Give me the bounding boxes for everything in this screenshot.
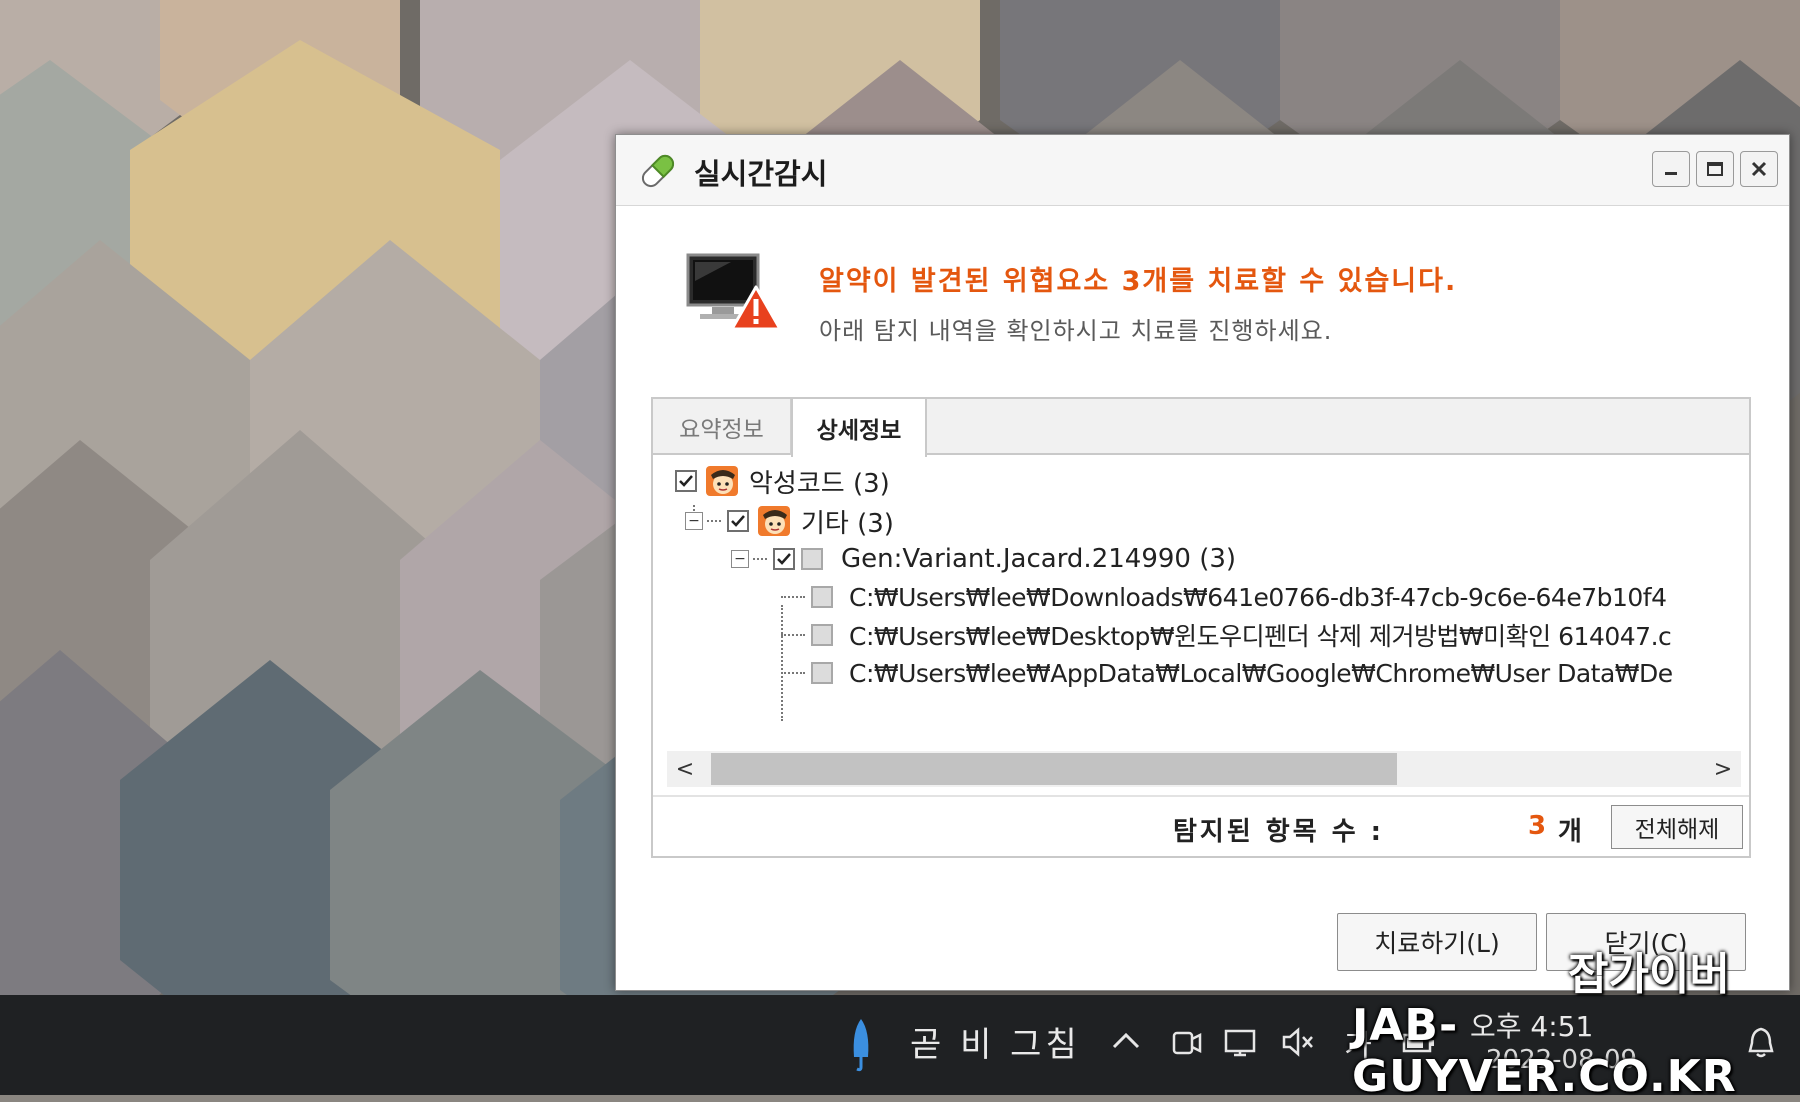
detection-tree: 악성코드 (3) − 기타 (3) − Gen:Variant.Jacard.2…: [653, 455, 1749, 755]
maximize-icon: [1707, 162, 1723, 176]
realtime-monitor-dialog: 실시간감시 알약이 발견된 위협요소 3개를 치료할 수 있습니다. 아래 탐지…: [615, 134, 1790, 991]
detected-count-label: 탐지된 항목 수 :: [1173, 817, 1385, 847]
virus-icon: [758, 506, 790, 536]
tab-strip: 요약정보 상세정보: [653, 399, 1749, 457]
collapse-toggle[interactable]: −: [731, 550, 749, 568]
treat-button[interactable]: 치료하기(L): [1337, 913, 1537, 971]
tree-file-row[interactable]: C:₩Users₩lee₩Desktop₩윈도우디펜더 삭제 제거방법₩미확인 …: [781, 619, 1672, 651]
minimize-icon: [1665, 172, 1677, 175]
tree-node-other[interactable]: − 기타 (3): [685, 505, 894, 539]
variant-checkbox[interactable]: [773, 548, 795, 570]
umbrella-icon[interactable]: [848, 1017, 874, 1073]
tree-node-variant[interactable]: − Gen:Variant.Jacard.214990 (3): [731, 543, 1236, 575]
variant-status-box: [801, 548, 823, 570]
file-checkbox[interactable]: [811, 586, 833, 608]
monitor-warning-icon: [686, 253, 782, 331]
scroll-left-arrow[interactable]: <: [667, 751, 703, 787]
title-bar[interactable]: 실시간감시: [616, 135, 1789, 206]
detected-count-unit: 개: [1558, 817, 1582, 847]
check-icon: [731, 515, 745, 527]
meet-now-icon[interactable]: [1168, 1021, 1204, 1063]
close-icon: [1751, 161, 1767, 177]
tree-connector: [707, 520, 721, 522]
tree-file-row[interactable]: C:₩Users₩lee₩AppData₩Local₩Google₩Chrome…: [781, 657, 1673, 689]
threat-headline: 알약이 발견된 위협요소 3개를 치료할 수 있습니다.: [819, 266, 1458, 297]
tree-connector: [781, 672, 805, 674]
chevron-up-icon[interactable]: [1108, 1021, 1144, 1063]
detection-count-bar: 탐지된 항목 수 : 3 개 전체해제: [653, 795, 1749, 858]
watermark-url: JAB-GUYVER.CO.KR: [1352, 1000, 1737, 1102]
virus-icon: [706, 466, 738, 496]
weather-text[interactable]: 곧 비 그침: [910, 1017, 1081, 1066]
minimize-button[interactable]: [1652, 151, 1690, 187]
other-label: 기타 (3): [801, 508, 894, 539]
other-checkbox[interactable]: [727, 510, 749, 532]
watermark-text: 잡가이버: [1568, 949, 1730, 1000]
check-icon: [679, 475, 693, 487]
file-path: C:₩Users₩lee₩Downloads₩641e0766-db3f-47c…: [849, 582, 1667, 612]
window-title: 실시간감시: [694, 157, 828, 191]
scroll-right-arrow[interactable]: >: [1705, 751, 1741, 787]
tab-summary[interactable]: 요약정보: [653, 399, 791, 455]
deselect-all-button[interactable]: 전체해제: [1611, 805, 1743, 849]
file-path: C:₩Users₩lee₩Desktop₩윈도우디펜더 삭제 제거방법₩미확인 …: [849, 622, 1672, 651]
maximize-button[interactable]: [1696, 151, 1734, 187]
file-path: C:₩Users₩lee₩AppData₩Local₩Google₩Chrome…: [849, 658, 1673, 688]
file-checkbox[interactable]: [811, 662, 833, 684]
horizontal-scrollbar[interactable]: < >: [667, 751, 1741, 787]
collapse-toggle[interactable]: −: [685, 512, 703, 530]
detected-count-value: 3: [1528, 811, 1547, 841]
pill-icon: [641, 154, 675, 188]
scroll-thumb[interactable]: [711, 753, 1397, 785]
tab-detail[interactable]: 상세정보: [791, 399, 927, 457]
close-window-button[interactable]: [1740, 151, 1778, 187]
volume-muted-icon[interactable]: [1280, 1021, 1316, 1063]
malware-label: 악성코드 (3): [749, 468, 890, 499]
tree-connector: [781, 596, 805, 598]
tree-connector: [781, 634, 805, 636]
threat-subline: 아래 탐지 내역을 확인하시고 치료를 진행하세요.: [819, 317, 1333, 345]
detection-panel: 요약정보 상세정보 악성코드 (3) − 기타 (3) − Gen:Varian…: [651, 397, 1751, 858]
file-checkbox[interactable]: [811, 624, 833, 646]
network-icon[interactable]: [1222, 1021, 1258, 1063]
tree-node-malware[interactable]: 악성코드 (3): [675, 465, 890, 499]
check-icon: [777, 553, 791, 565]
tree-connector: [753, 558, 767, 560]
variant-label: Gen:Variant.Jacard.214990 (3): [841, 544, 1237, 574]
tree-file-row[interactable]: C:₩Users₩lee₩Downloads₩641e0766-db3f-47c…: [781, 581, 1667, 613]
malware-checkbox[interactable]: [675, 470, 697, 492]
